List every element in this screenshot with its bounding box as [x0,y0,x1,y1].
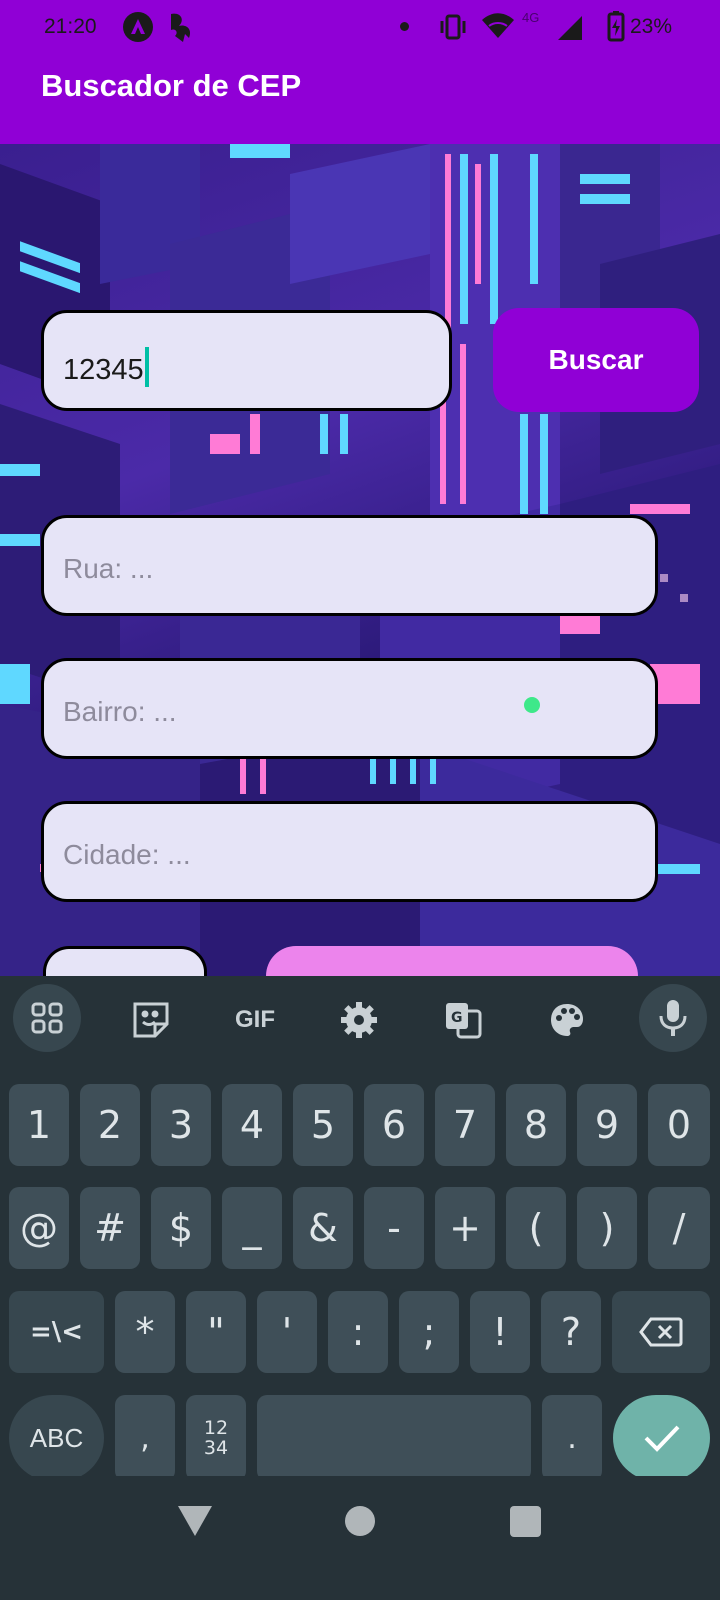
street-placeholder: Rua: ... [63,553,154,584]
cep-input[interactable]: 12345 [41,310,452,411]
key-hash[interactable]: # [80,1187,140,1269]
street-field[interactable]: Rua: ... [41,515,658,616]
numpad-bottom-label: 34 [203,1437,229,1459]
key-minus[interactable]: - [364,1187,424,1269]
wifi-icon [480,10,516,46]
city-placeholder: Cidade: ... [63,839,191,870]
numpad-top-label: 12 [203,1417,229,1439]
key-colon[interactable]: : [328,1291,388,1373]
network-type: 4G [522,10,540,25]
vibrate-icon [438,12,468,48]
on-screen-keyboard: GIF G 1 2 3 4 5 6 7 8 9 0 @ # $ _ & - + … [0,976,720,1481]
key-4[interactable]: 4 [222,1084,282,1166]
key-open-paren[interactable]: ( [506,1187,566,1269]
key-5[interactable]: 5 [293,1084,353,1166]
key-double-quote[interactable]: " [186,1291,246,1373]
neighborhood-field[interactable]: Bairro: ... [41,658,658,759]
key-close-paren[interactable]: ) [577,1187,637,1269]
key-period[interactable]: . [542,1395,602,1481]
key-question[interactable]: ? [541,1291,601,1373]
key-0[interactable]: 0 [648,1084,710,1166]
apps-grid-icon[interactable] [13,984,81,1052]
settings-icon[interactable] [331,992,387,1048]
mic-icon[interactable] [639,984,707,1052]
translate-icon[interactable]: G [435,992,491,1048]
indicator-dot [524,697,540,713]
text-cursor [144,347,149,387]
key-space[interactable] [257,1395,531,1481]
key-2[interactable]: 2 [80,1084,140,1166]
key-ampersand[interactable]: & [293,1187,353,1269]
key-7[interactable]: 7 [435,1084,495,1166]
key-9[interactable]: 9 [577,1084,637,1166]
gif-button[interactable]: GIF [227,992,283,1048]
app-bar: 21:20 4G 23% Buscador de CEP [0,0,720,144]
sync-notification-icon [165,10,197,50]
status-bar: 21:20 4G 23% [0,0,720,56]
key-exclamation[interactable]: ! [470,1291,530,1373]
key-1[interactable]: 1 [9,1084,69,1166]
cep-input-value: 12345 [63,354,144,386]
battery-icon [606,10,626,48]
sticker-icon[interactable] [123,992,179,1048]
navigation-bar [0,1476,720,1600]
key-semicolon[interactable]: ; [399,1291,459,1373]
signal-icon [556,12,584,48]
palette-icon[interactable] [539,992,595,1048]
notification-dot-icon [400,22,409,31]
key-at[interactable]: @ [9,1187,69,1269]
key-more-symbols[interactable]: =\< [9,1291,104,1373]
key-asterisk[interactable]: * [115,1291,175,1373]
key-3[interactable]: 3 [151,1084,211,1166]
search-button[interactable]: Buscar [493,308,699,412]
battery-percent: 23% [630,15,673,38]
key-plus[interactable]: + [435,1187,495,1269]
status-time: 21:20 [44,15,97,38]
backspace-icon[interactable] [612,1291,710,1373]
key-numpad[interactable]: 12 34 [186,1395,246,1481]
key-dollar[interactable]: $ [151,1187,211,1269]
key-6[interactable]: 6 [364,1084,424,1166]
key-slash[interactable]: / [648,1187,710,1269]
key-abc[interactable]: ABC [9,1395,104,1481]
home-icon[interactable] [345,1506,375,1536]
check-icon[interactable] [613,1395,710,1481]
neighborhood-placeholder: Bairro: ... [63,696,177,727]
recent-apps-icon[interactable] [510,1506,541,1537]
svg-text:G: G [451,1010,463,1026]
key-underscore[interactable]: _ [222,1187,282,1269]
app-notification-icon [123,12,153,42]
key-single-quote[interactable]: ' [257,1291,317,1373]
city-field[interactable]: Cidade: ... [41,801,658,902]
back-icon[interactable] [178,1506,212,1536]
app-title: Buscador de CEP [41,68,302,103]
key-comma[interactable]: , [115,1395,175,1481]
key-8[interactable]: 8 [506,1084,566,1166]
